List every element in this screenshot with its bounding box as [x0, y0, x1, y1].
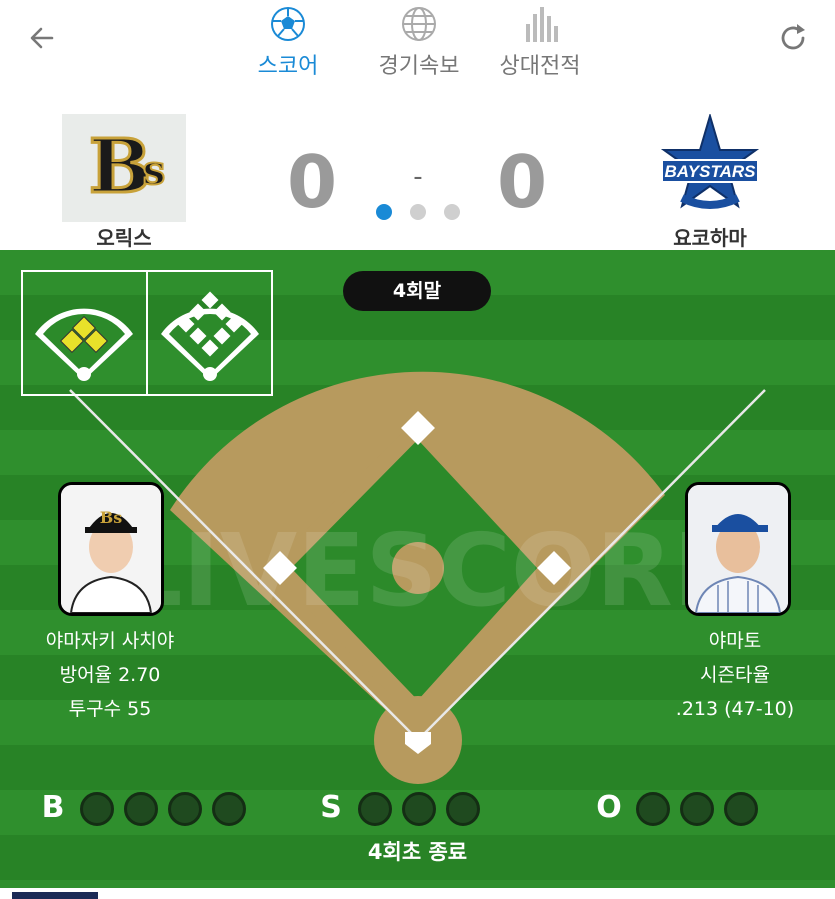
ball-indicator: [124, 792, 158, 826]
strike-indicator: [402, 792, 436, 826]
tab-live-updates[interactable]: 경기속보: [359, 0, 479, 90]
inning-indicator: 4회말: [343, 271, 491, 311]
page-dot[interactable]: [444, 204, 460, 220]
batter-photo[interactable]: [685, 482, 791, 616]
out-indicator: [636, 792, 670, 826]
strikes-label: S: [320, 790, 342, 825]
tab-head-to-head-label: 상대전적: [499, 54, 581, 79]
pitcher-photo[interactable]: Bs: [58, 482, 164, 616]
pitcher-pitch-count: 투구수 55: [68, 698, 152, 720]
tab-score-label: 스코어: [257, 54, 319, 79]
page-dot[interactable]: [376, 204, 392, 220]
refresh-icon[interactable]: [775, 20, 811, 56]
page-dot[interactable]: [410, 204, 426, 220]
away-score: 0: [496, 140, 548, 224]
bottom-strip: [0, 888, 835, 899]
strike-indicator: [358, 792, 392, 826]
bottom-banner-edge: [12, 892, 98, 899]
svg-text:BAYSTARS: BAYSTARS: [665, 162, 757, 181]
ball-indicator: [168, 792, 202, 826]
batter-season-avg: .213 (47-10): [675, 698, 795, 720]
svg-text:s: s: [143, 147, 166, 194]
ball-count: B: [40, 790, 250, 826]
balls-label: B: [41, 790, 65, 825]
bar-chart-icon: [526, 7, 558, 42]
pitcher-era: 방어율 2.70: [59, 664, 161, 686]
strike-count: S: [318, 790, 488, 826]
scoreboard: B s 오릭스 0 - 0 BAYSTARS 요코하마: [0, 100, 835, 250]
out-indicator: [680, 792, 714, 826]
batter-info: 야마토 시즌타율 .213 (47-10): [635, 624, 835, 726]
back-arrow-icon[interactable]: [26, 22, 58, 54]
livescore-watermark: LIVESCORE: [119, 512, 741, 629]
home-team-name: 오릭스: [96, 226, 152, 250]
pitcher-info: 야마자키 사치야 방어율 2.70 투구수 55: [10, 624, 210, 726]
batter-name: 야마토: [708, 630, 762, 652]
top-bar: 스코어 경기속보 상대전적: [0, 0, 835, 100]
tab-score[interactable]: 스코어: [228, 0, 348, 90]
score-separator: -: [413, 162, 423, 192]
ball-indicator: [212, 792, 246, 826]
home-team-logo[interactable]: B s: [62, 114, 186, 222]
page-indicator: [372, 204, 468, 224]
pitcher-avatar-icon: Bs: [61, 485, 161, 613]
tab-live-updates-label: 경기속보: [378, 54, 460, 79]
soccer-ball-icon: [271, 7, 305, 41]
baseball-field: LIVESCORE 4회말 Bs 야마자키 사치야 방어율 2.70 투구수 5…: [0, 250, 835, 888]
home-score: 0: [286, 140, 338, 224]
base-runner-diagrams: [21, 270, 273, 396]
tab-head-to-head[interactable]: 상대전적: [480, 0, 600, 90]
globe-icon: [402, 7, 436, 41]
out-count: O: [596, 790, 766, 826]
out-indicator: [724, 792, 758, 826]
batter-avatar-icon: [688, 485, 788, 613]
away-team-name: 요코하마: [673, 226, 747, 250]
svg-text:Bs: Bs: [100, 508, 123, 527]
play-status-text: 4회초 종료: [367, 840, 468, 864]
pitcher-name: 야마자키 사치야: [45, 630, 175, 652]
ball-indicator: [80, 792, 114, 826]
outs-label: O: [596, 790, 622, 825]
batter-season-avg-label: 시즌타율: [700, 664, 770, 686]
strike-indicator: [446, 792, 480, 826]
away-team-logo[interactable]: BAYSTARS: [648, 114, 772, 222]
